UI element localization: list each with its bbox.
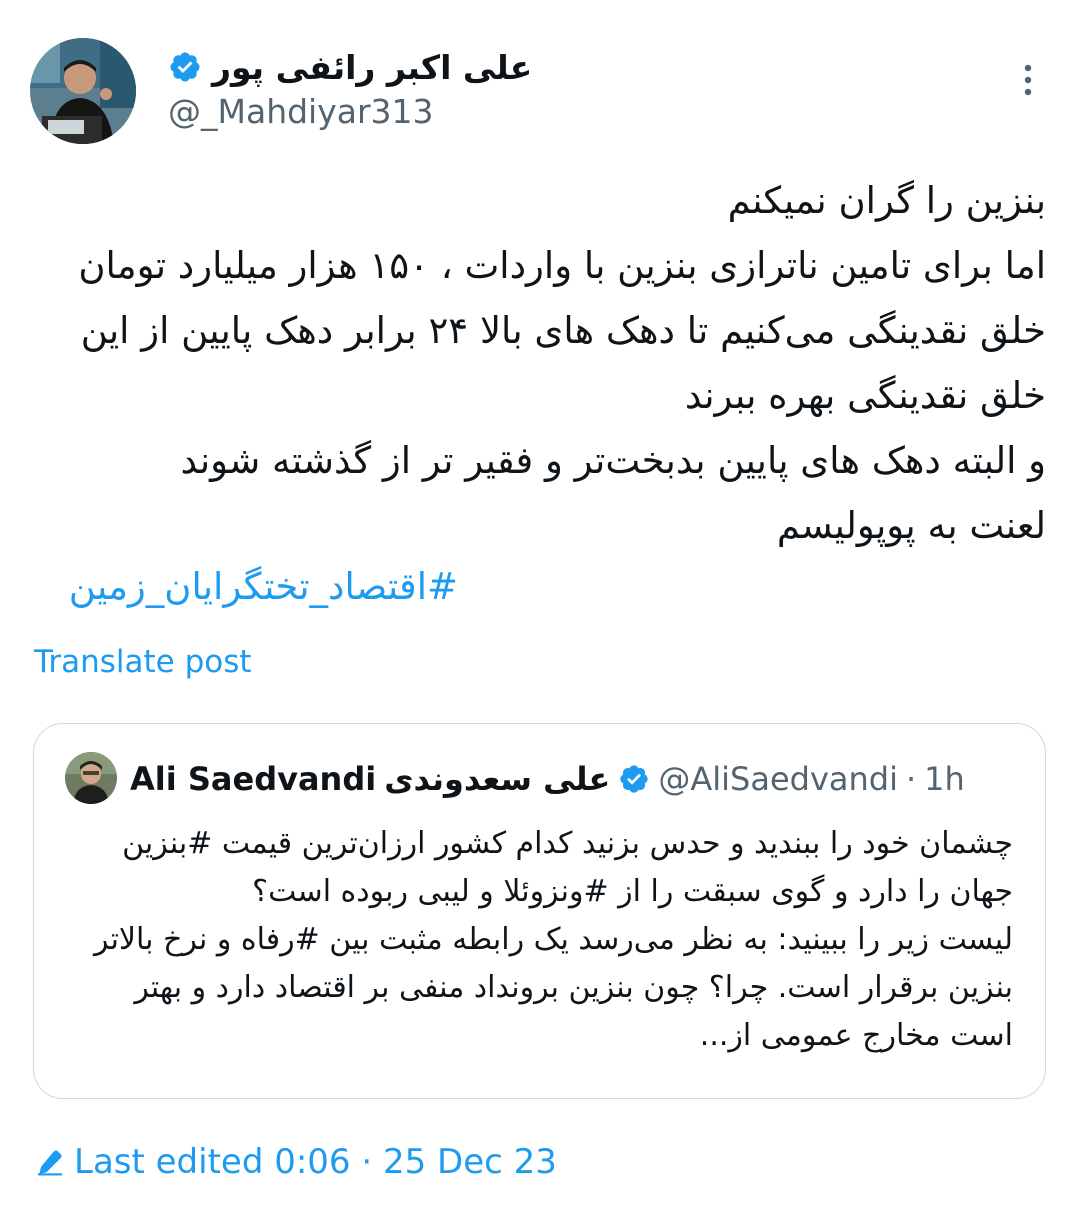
last-edited-link[interactable]: Last edited 0:06 · 25 Dec 23	[34, 1138, 557, 1186]
quoted-author-name-latin[interactable]: Ali Saedvandi	[130, 760, 376, 798]
post-page: علی اکبر رائفی پور @_Mahdiyar313 بنزین ر…	[0, 0, 1080, 1212]
quoted-tweet-text: چشمان خود را ببندید و حدس بزنید کدام کشو…	[53, 820, 1013, 1060]
tweet-line: و البته دهک های پایین بدبخت‌تر و فقیر تر…	[180, 439, 1046, 482]
quoted-line: جهان را دارد و گوی سبقت را از #ونزوئلا و…	[252, 874, 1013, 909]
tweet-text: بنزین را گران نمیکنم اما برای تامین ناتر…	[36, 168, 1046, 558]
quoted-author-avatar[interactable]	[65, 752, 117, 804]
quoted-header: Ali Saedvandi علی سعدوندی @AliSaedvandi …	[130, 754, 965, 804]
author-name-row[interactable]: علی اکبر رائفی پور	[168, 44, 532, 90]
quoted-timestamp[interactable]: 1h	[924, 760, 965, 798]
translate-post-link[interactable]: Translate post	[34, 644, 252, 680]
quoted-tweet[interactable]: Ali Saedvandi علی سعدوندی @AliSaedvandi …	[33, 723, 1046, 1099]
pencil-icon	[34, 1146, 66, 1178]
author-handle[interactable]: @_Mahdiyar313	[168, 92, 434, 131]
quoted-author-handle[interactable]: @AliSaedvandi	[658, 760, 898, 798]
quoted-author-name-persian[interactable]: علی سعدوندی	[384, 760, 610, 798]
author-avatar[interactable]	[30, 38, 136, 144]
separator-dot: ·	[906, 760, 917, 798]
verified-badge-icon	[618, 763, 650, 795]
tweet-line: لعنت به پوپولیسم	[776, 504, 1046, 547]
author-display-name[interactable]: علی اکبر رائفی پور	[212, 48, 532, 87]
tweet-line: خلق نقدینگی بهره ببرند	[684, 374, 1046, 417]
tweet-line: اما برای تامین ناترازی بنزین با واردات ،…	[78, 244, 1046, 287]
quoted-line: لیست زیر را ببینید: به نظر می‌رسد یک راب…	[94, 922, 1013, 957]
tweet-line: بنزین را گران نمیکنم	[727, 179, 1046, 222]
last-edited-label[interactable]: Last edited 0:06 · 25 Dec 23	[74, 1142, 557, 1182]
more-options-icon[interactable]	[1014, 60, 1042, 100]
tweet-line: خلق نقدینگی می‌کنیم تا دهک های بالا ۲۴ ب…	[80, 309, 1046, 352]
quoted-line: بنزین برقرار است. چرا؟ چون بنزین برونداد…	[134, 970, 1013, 1005]
quoted-line: است مخارج عمومی از...	[699, 1018, 1013, 1053]
quoted-line: چشمان خود را ببندید و حدس بزنید کدام کشو…	[122, 826, 1013, 861]
verified-badge-icon	[168, 50, 202, 84]
hashtag-link[interactable]: #اقتصاد_تختگرایان_زمین	[69, 565, 458, 608]
